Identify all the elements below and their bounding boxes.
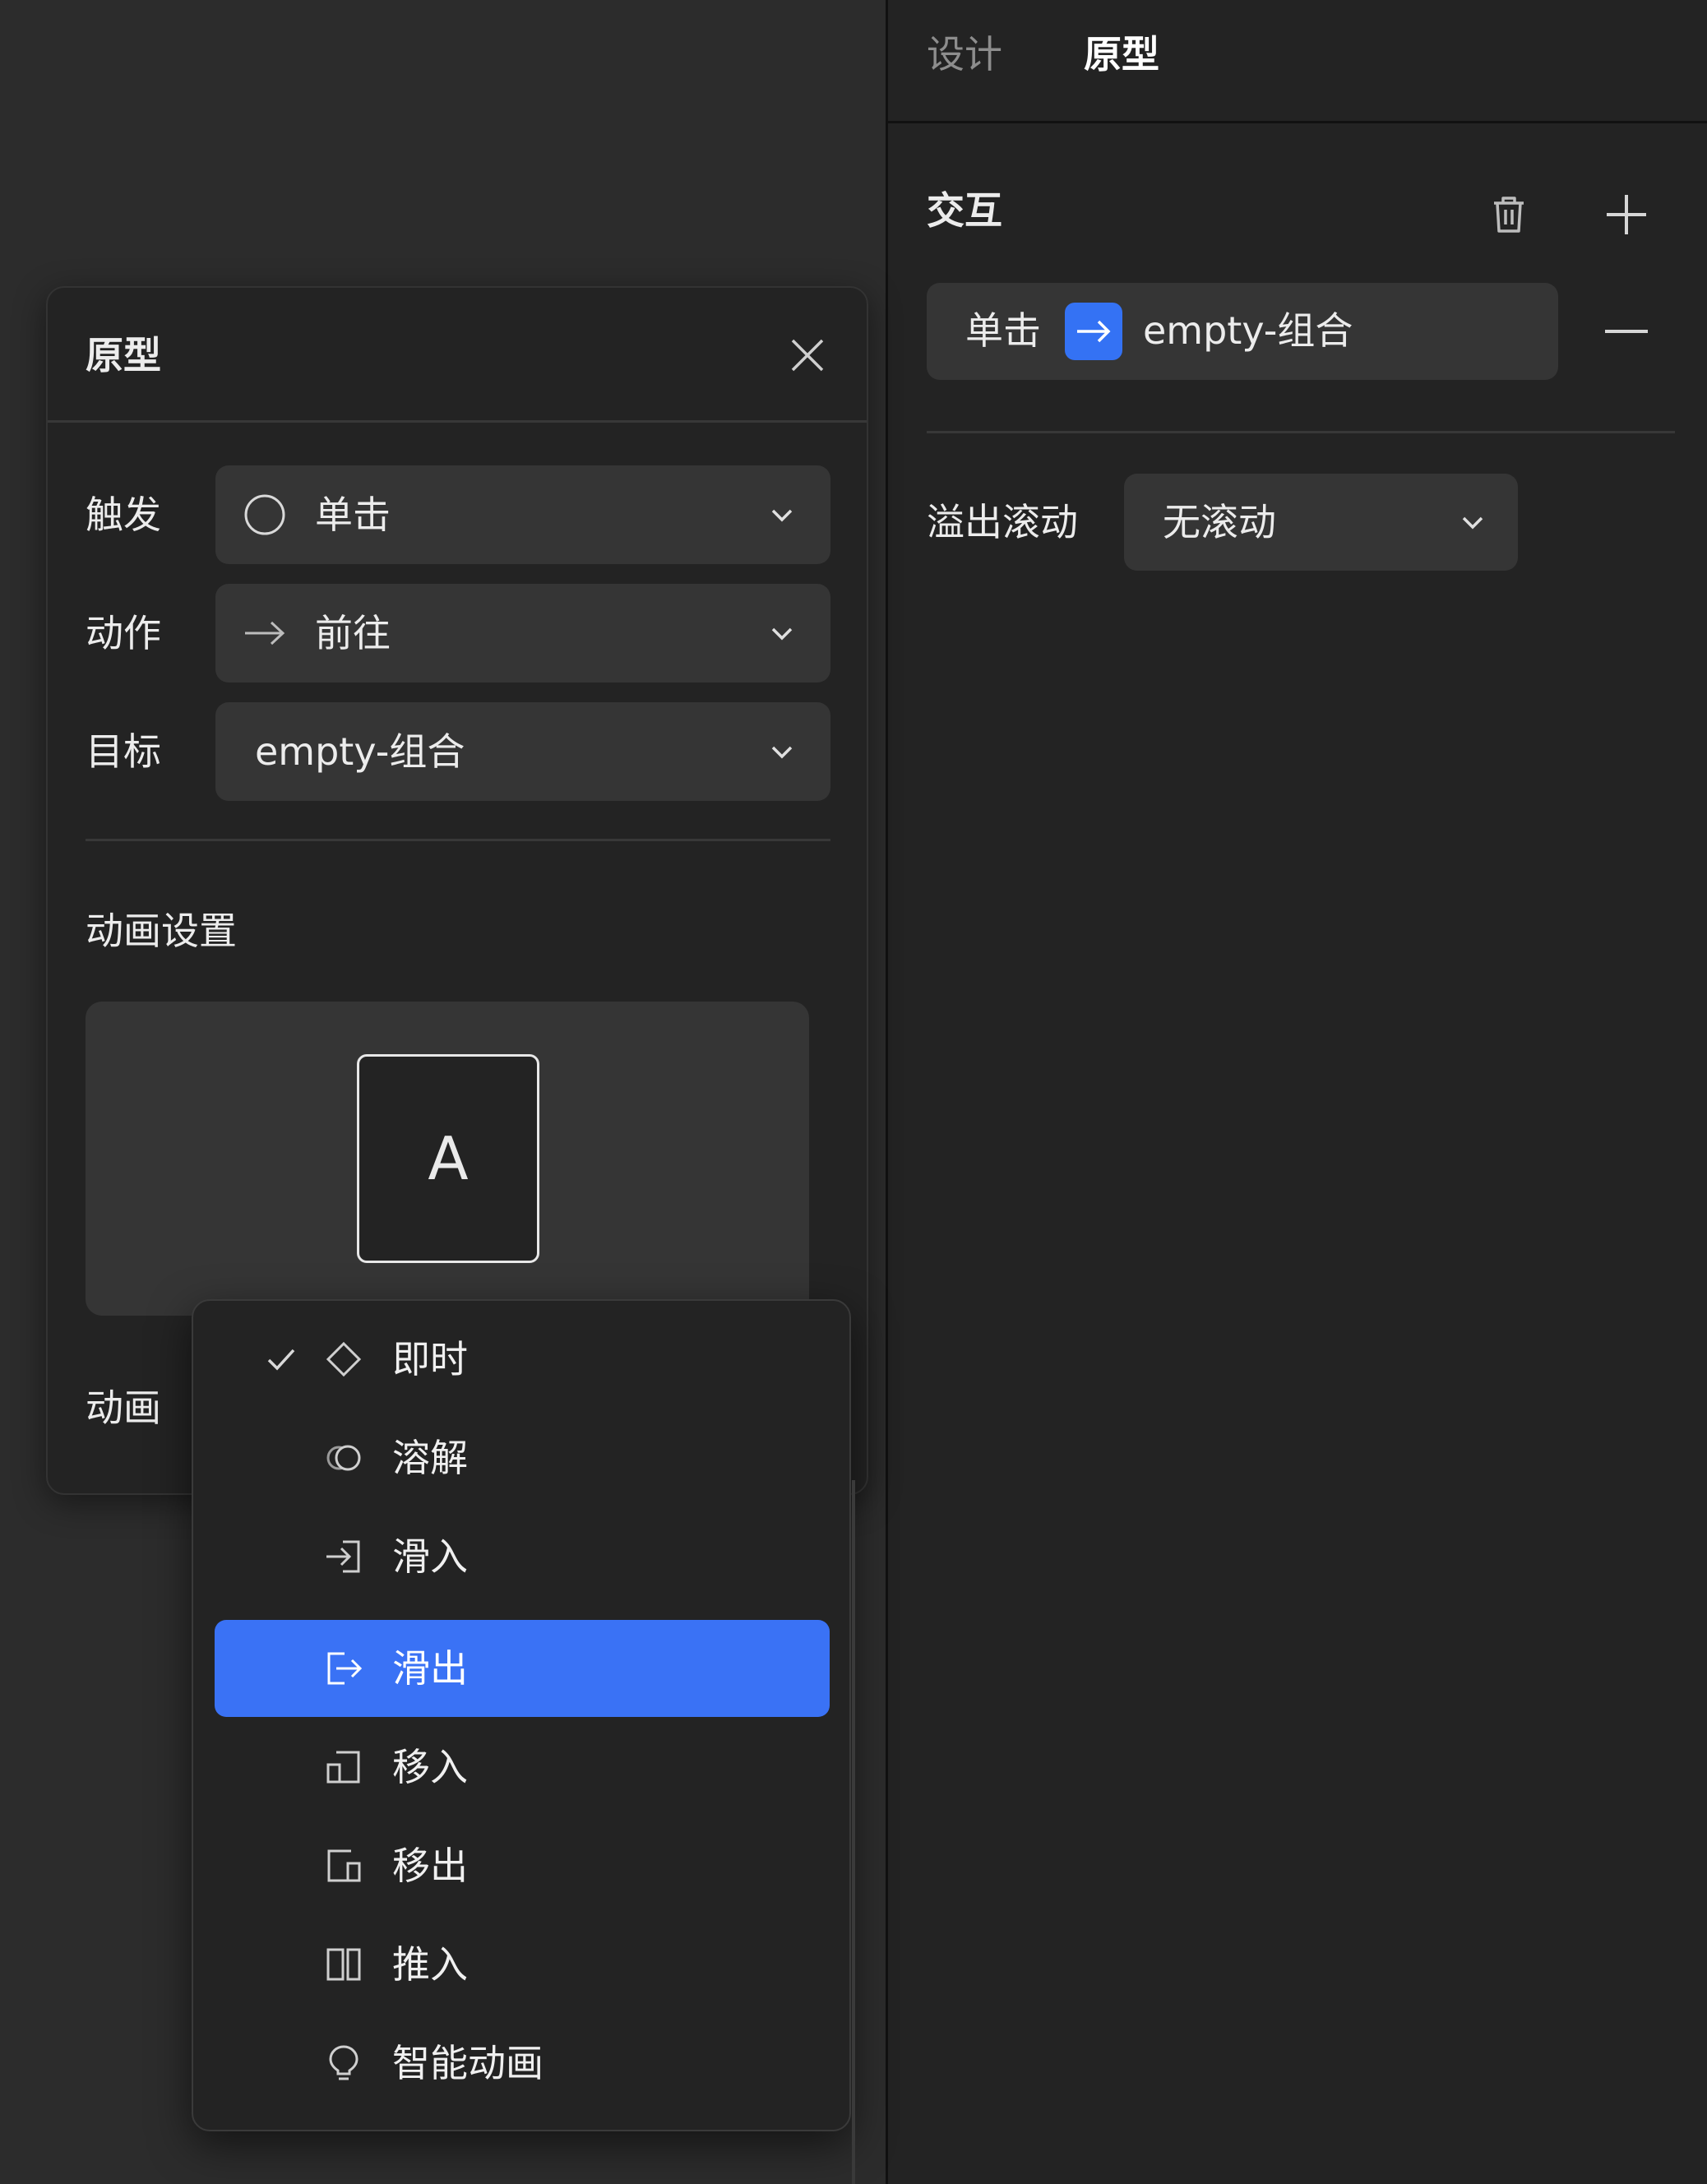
overflow-select[interactable]: 无滚动 bbox=[1124, 474, 1518, 571]
menu-item-label: 滑出 bbox=[392, 1646, 468, 1691]
smart-animate-icon bbox=[329, 2045, 359, 2080]
move-in-icon bbox=[326, 1751, 360, 1784]
minus-icon bbox=[1605, 330, 1648, 333]
preview-frame: A bbox=[357, 1054, 539, 1263]
divider bbox=[86, 839, 830, 841]
trigger-label: 触发 bbox=[86, 493, 161, 537]
menu-item-label: 移出 bbox=[392, 1844, 468, 1888]
plus-icon bbox=[1607, 195, 1646, 234]
trigger-select[interactable]: 单击 bbox=[215, 465, 830, 564]
delete-interaction-button[interactable] bbox=[1480, 186, 1538, 243]
action-label: 动作 bbox=[86, 611, 161, 655]
chevron-down-icon bbox=[771, 627, 793, 641]
arrow-right-icon bbox=[245, 621, 285, 645]
interaction-trigger: 单击 bbox=[965, 308, 1041, 353]
circle-icon bbox=[244, 494, 285, 535]
menu-item-smart-animate[interactable]: 智能动画 bbox=[215, 2015, 830, 2112]
overflow-value: 无滚动 bbox=[1163, 500, 1276, 544]
trigger-value: 单击 bbox=[315, 493, 391, 537]
push-icon bbox=[326, 1948, 361, 1981]
menu-item-dissolve[interactable]: 溶解 bbox=[215, 1409, 830, 1506]
close-icon[interactable] bbox=[786, 334, 829, 377]
properties-panel: 设计 原型 交互 单击 empty-组合 溢出滚动 无滚动 bbox=[886, 0, 1707, 2184]
preview-letter: A bbox=[428, 1124, 469, 1193]
animation-settings-title: 动画设置 bbox=[86, 909, 237, 953]
action-value: 前往 bbox=[315, 611, 391, 655]
chevron-down-icon bbox=[771, 746, 793, 759]
slide-in-icon bbox=[326, 1540, 360, 1573]
trash-icon bbox=[1494, 197, 1524, 233]
add-interaction-button[interactable] bbox=[1598, 186, 1655, 243]
menu-item-instant[interactable]: 即时 bbox=[215, 1311, 830, 1408]
animation-menu: 即时 溶解 滑入 滑出 移入 移出 推入 智能动画 bbox=[192, 1299, 851, 2131]
dialog-header: 原型 bbox=[48, 288, 867, 423]
menu-item-label: 移入 bbox=[392, 1745, 468, 1789]
menu-item-push[interactable]: 推入 bbox=[215, 1916, 830, 2013]
tab-prototype[interactable]: 原型 bbox=[1084, 30, 1159, 79]
menu-item-label: 滑入 bbox=[392, 1534, 468, 1579]
animation-preview: A bbox=[86, 1002, 809, 1316]
chevron-down-icon bbox=[1462, 516, 1483, 530]
chevron-down-icon bbox=[771, 509, 793, 522]
tab-design[interactable]: 设计 bbox=[927, 30, 1002, 79]
animation-label: 动画 bbox=[86, 1386, 161, 1430]
interaction-section-title: 交互 bbox=[927, 188, 1002, 233]
menu-item-label: 即时 bbox=[392, 1337, 468, 1381]
menu-item-move-in[interactable]: 移入 bbox=[215, 1719, 830, 1816]
navigate-arrow-icon bbox=[1065, 303, 1122, 360]
target-value: empty-组合 bbox=[255, 729, 465, 774]
target-label: 目标 bbox=[86, 729, 161, 774]
menu-item-move-out[interactable]: 移出 bbox=[215, 1817, 830, 1914]
scrollbar[interactable] bbox=[852, 1480, 855, 2184]
menu-item-label: 溶解 bbox=[392, 1436, 468, 1480]
menu-item-slide-out[interactable]: 滑出 bbox=[215, 1620, 830, 1717]
divider bbox=[927, 431, 1675, 433]
overflow-label: 溢出滚动 bbox=[927, 500, 1078, 544]
menu-item-slide-in[interactable]: 滑入 bbox=[215, 1508, 830, 1605]
diamond-icon bbox=[326, 1341, 362, 1377]
dialog-title: 原型 bbox=[86, 333, 161, 377]
target-select[interactable]: empty-组合 bbox=[215, 702, 830, 801]
dissolve-icon bbox=[326, 1445, 361, 1471]
panel-tabs: 设计 原型 bbox=[888, 0, 1707, 123]
interaction-target: empty-组合 bbox=[1143, 308, 1353, 353]
slide-out-icon bbox=[327, 1652, 363, 1685]
menu-item-label: 推入 bbox=[392, 1942, 468, 1987]
action-select[interactable]: 前往 bbox=[215, 584, 830, 682]
menu-item-label: 智能动画 bbox=[392, 2041, 544, 2085]
interaction-item[interactable]: 单击 empty-组合 bbox=[927, 283, 1558, 380]
checkmark-icon bbox=[267, 1349, 295, 1371]
remove-interaction-button[interactable] bbox=[1598, 303, 1655, 360]
move-out-icon bbox=[327, 1849, 361, 1882]
